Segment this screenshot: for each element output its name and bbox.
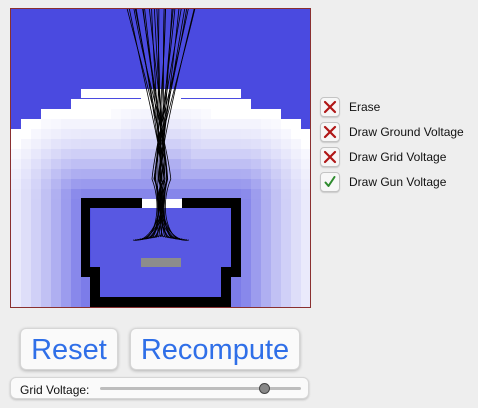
option-draw-grid-voltage[interactable]: Draw Grid Voltage [320,146,446,168]
option-label: Erase [349,100,381,114]
option-label: Draw Grid Voltage [349,150,447,164]
cross-icon[interactable] [320,122,340,142]
option-draw-ground-voltage[interactable]: Draw Ground Voltage [320,121,464,143]
ground-electrode [141,258,181,267]
cross-icon[interactable] [320,147,340,167]
slider-thumb[interactable] [258,383,270,394]
reset-button[interactable]: Reset [20,328,118,370]
checkmark-icon[interactable] [320,172,340,192]
option-erase[interactable]: Erase [320,96,380,118]
simulation-canvas[interactable] [10,8,311,308]
recompute-button[interactable]: Recompute [130,328,300,370]
option-label: Draw Ground Voltage [349,125,464,139]
option-draw-gun-voltage[interactable]: Draw Gun Voltage [320,171,446,193]
option-label: Draw Gun Voltage [349,175,447,189]
grid-voltage-panel: Grid Voltage: [10,377,309,399]
grid-voltage-label: Grid Voltage: [20,383,90,397]
field-plot[interactable] [11,9,310,307]
grid-voltage-slider[interactable] [100,383,301,394]
cross-icon[interactable] [320,97,340,117]
